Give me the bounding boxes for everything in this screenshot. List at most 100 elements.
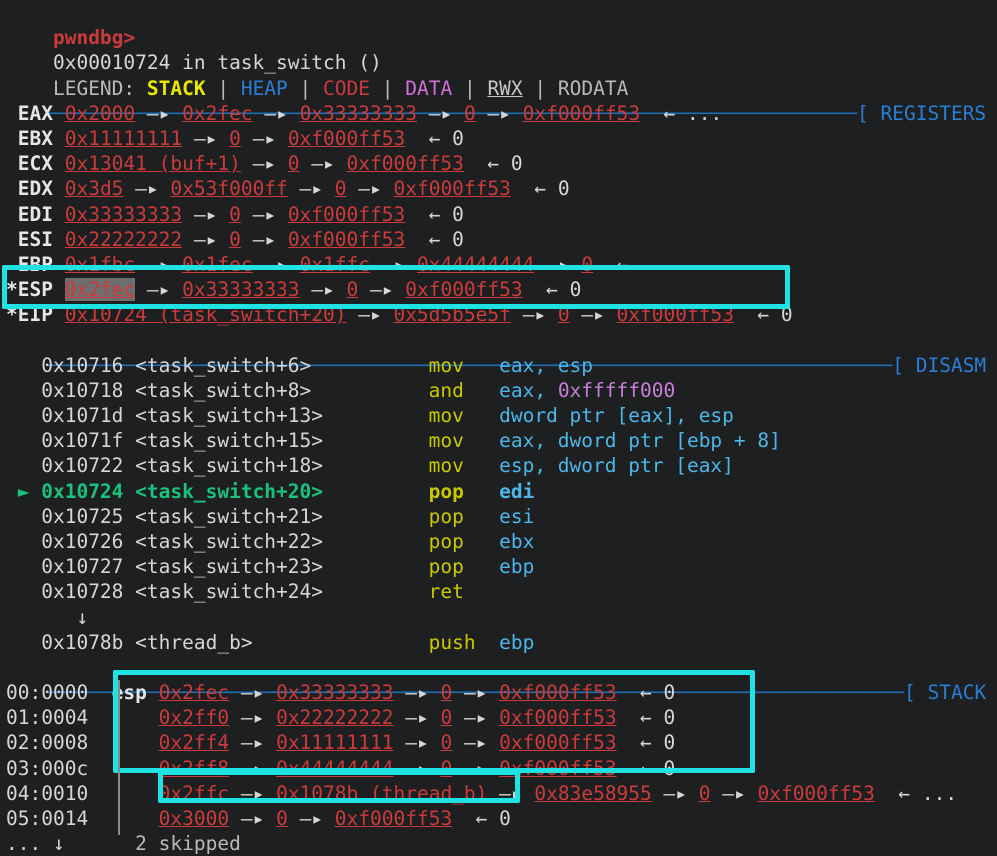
disasm-row: 0x10722 <task_switch+18> mov esp, dword … (0, 453, 997, 478)
chain-tail: ← 0 (405, 202, 464, 226)
operand-text: eax, esp (499, 353, 594, 377)
instruction-marker-blank (6, 354, 41, 377)
pointer-value: 0x2ffc (158, 781, 230, 805)
operand-text: ebp (499, 630, 535, 654)
chain-tail: ← 0 (463, 152, 523, 176)
instruction-mnemonic: ret (428, 580, 500, 604)
instruction-mnemonic: mov (428, 404, 500, 427)
instruction-mnemonic: mov (428, 454, 500, 478)
pointer-value: 0 (229, 202, 241, 226)
instruction-address: 0x10728 <task_switch+24> (41, 580, 429, 604)
instruction-mnemonic: and (428, 378, 500, 402)
current-instruction-pointer-icon: ► (6, 479, 42, 503)
pointer-value: 0xf000ff53 (499, 706, 617, 730)
instruction-mnemonic: pop (428, 529, 500, 553)
pointer-value: 0xf000ff53 (616, 303, 734, 327)
section-title: [ STACK ] (904, 681, 987, 705)
pointer-value: 0x2fec (158, 681, 230, 705)
instruction-marker-blank (6, 530, 41, 553)
chain-arrow: —▸ (240, 227, 288, 251)
chain-arrow: —▸ (299, 152, 347, 176)
pointer-value: 0 (229, 126, 241, 150)
pointer-value: 0 (440, 706, 453, 730)
chain-arrow: —▸ (452, 681, 500, 705)
pointer-value: 0 (287, 152, 300, 176)
operand-text: edi (499, 479, 535, 503)
stack-register-label (112, 757, 147, 780)
pointer-value: 0 (581, 252, 594, 276)
disasm-row: 0x1071d <task_switch+13> mov dword ptr [… (0, 403, 997, 428)
pointer-value: 0x33333333 (182, 278, 300, 302)
stack-offset: 02:0008 (6, 731, 89, 755)
chain-arrow: —▸ (240, 202, 288, 226)
pointer-value: 0xf000ff53 (499, 681, 617, 705)
pointer-value: 0x3000 (158, 807, 230, 830)
register-row-ecx: ECX 0x13041 (buf+1) —▸ 0 —▸ 0xf000ff53 ←… (0, 151, 997, 176)
pointer-value: 0 (557, 303, 570, 327)
chain-arrow: —▸ (229, 681, 277, 705)
chain-arrow: —▸ (229, 781, 277, 805)
pointer-value: 0xf000ff53 (499, 731, 617, 755)
chain-arrow: —▸ (252, 101, 300, 125)
chain-arrow: —▸ (510, 303, 558, 327)
pointer-value: 0x33333333 (276, 681, 394, 705)
legend-heap: HEAP (240, 76, 288, 100)
stack-row: 01:0004 0x2ff0 —▸ 0x22222222 —▸ 0 —▸ 0xf… (0, 705, 997, 730)
instruction-address: 0x10727 <task_switch+23> (41, 555, 429, 579)
chain-arrow: —▸ (452, 706, 500, 730)
legend-sep-3: | (370, 76, 406, 100)
stack-offset: 00:0000 (6, 681, 89, 705)
stack-gap (147, 706, 159, 729)
instruction-mnemonic: pop (428, 555, 500, 579)
legend-stack: STACK (146, 76, 206, 100)
instruction-address: 0x1071d <task_switch+13> (41, 404, 429, 427)
chain-arrow: —▸ (229, 807, 277, 830)
register-name: EBX (6, 126, 53, 150)
chain-arrow: —▸ (416, 101, 464, 125)
legend-code: CODE (323, 76, 370, 100)
instruction-address: 0x10725 <task_switch+21> (41, 504, 429, 528)
instruction-operands: eax, 0xfffff000 (499, 379, 675, 402)
pwndbg-prompt: pwndbg> (52, 26, 136, 50)
instruction-operands: esp, dword ptr [eax] (499, 454, 734, 477)
chain-tail: ← 0 (405, 126, 464, 150)
instruction-address: 0x10716 <task_switch+6> (41, 353, 429, 377)
instruction-marker-blank (6, 505, 41, 528)
stack-offset: 01:0004 (6, 706, 89, 730)
operand-text: eax, dword ptr [ebp + 8] (499, 429, 781, 453)
chain-arrow: —▸ (452, 756, 500, 780)
register-gap (53, 278, 65, 301)
current-location-line: 0x00010724 in task_switch () (0, 25, 997, 74)
register-row-edi: EDI 0x33333333 —▸ 0 —▸ 0xf000ff53 ← 0 (0, 202, 997, 227)
register-gap (53, 253, 65, 276)
disasm-row: 0x10728 <task_switch+24> ret (0, 579, 997, 604)
stack-offset: 05:0014 (6, 807, 89, 830)
pointer-value: 0xf000ff53 (287, 202, 406, 226)
pointer-value: 0x33333333 (299, 101, 417, 125)
chain-tail: ← ... (640, 101, 723, 125)
operand-text: dword ptr [eax], esp (499, 404, 734, 427)
chain-arrow: —▸ (710, 781, 758, 805)
pointer-value: 0x11111111 (64, 126, 183, 150)
pointer-value: 0xf000ff53 (346, 152, 464, 176)
chain-arrow: —▸ (370, 252, 417, 276)
chain-arrow: —▸ (452, 731, 500, 755)
chain-tail: ← 0 (405, 227, 464, 251)
chain-tail: ← 0 (452, 807, 511, 830)
register-gap (53, 102, 65, 125)
instruction-operands: ebp (499, 631, 534, 654)
chain-arrow: —▸ (182, 202, 230, 226)
pointer-value: 0x83e58955 (534, 781, 652, 805)
register-name: ESI (6, 227, 53, 251)
instruction-marker-blank (6, 454, 41, 477)
register-name: EDX (6, 177, 53, 201)
instruction-marker-blank (6, 429, 41, 452)
chain-tail: ← 0 (616, 731, 676, 755)
pointer-value: 0 (334, 177, 347, 201)
stack-register-label: esp (111, 681, 147, 705)
operand-text: ebx (499, 529, 535, 553)
pointer-value: 0x1078b (thread_b) (276, 781, 488, 805)
register-row-eip: *EIP 0x10724 (task_switch+20) —▸ 0x5d5b5… (0, 302, 997, 327)
pointer-value: 0x2000 (64, 101, 136, 125)
pointer-value: 0xf000ff53 (405, 278, 523, 302)
